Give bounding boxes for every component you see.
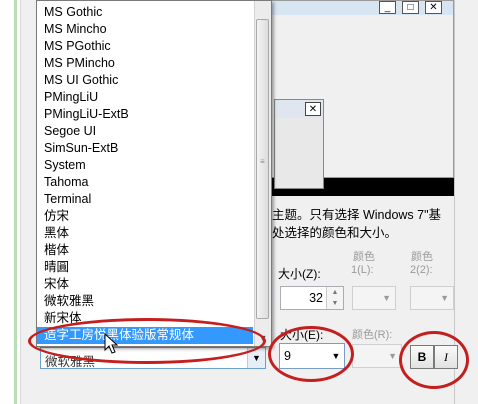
background-window-edge bbox=[0, 0, 21, 404]
chevron-down-icon: ▼ bbox=[382, 293, 391, 303]
preview-window: _ □ ✕ ✕ bbox=[268, 0, 454, 189]
preview-inactive-window: ✕ bbox=[274, 99, 324, 189]
font-color-label: 颜色(R): bbox=[352, 329, 393, 341]
font-list-item[interactable]: SimSun-ExtB bbox=[37, 140, 253, 157]
font-list-item[interactable]: MS PMincho bbox=[37, 55, 253, 72]
color1-header: 颜色 bbox=[353, 251, 375, 263]
item-size-value: 32 bbox=[309, 291, 323, 305]
preview-inactive-titlebar: ✕ bbox=[275, 100, 323, 118]
item-size-label: 大小(Z): bbox=[278, 267, 321, 281]
font-dropdown-list[interactable]: MS Gothic MS Mincho MS PGothic MS PMincho MS… bbox=[36, 0, 272, 347]
scroll-thumb[interactable]: ≡ bbox=[256, 19, 269, 319]
spin-down-icon[interactable]: ▼ bbox=[327, 298, 343, 309]
font-list-item[interactable]: 黑体 bbox=[37, 225, 253, 242]
font-items: MS Gothic MS Mincho MS PGothic MS PMincho MS… bbox=[37, 1, 253, 349]
item-size-spinner[interactable]: 32 ▲ ▼ bbox=[280, 286, 344, 310]
spin-up-icon[interactable]: ▲ bbox=[327, 287, 343, 298]
description-line-2: 处选择的颜色和大小。 bbox=[272, 226, 398, 240]
font-list-item[interactable]: 微软雅黑 bbox=[37, 293, 253, 310]
item-size-spin-buttons[interactable]: ▲ ▼ bbox=[326, 287, 343, 309]
font-list-item[interactable]: Segoe UI bbox=[37, 123, 253, 140]
font-color-combo[interactable]: ▼ bbox=[352, 344, 402, 368]
font-list-item[interactable]: PMingLiU bbox=[37, 89, 253, 106]
color1-label: 1(L): bbox=[351, 264, 374, 276]
preview-titlebar: _ □ ✕ bbox=[269, 1, 453, 15]
font-list-item[interactable]: MS Mincho bbox=[37, 21, 253, 38]
font-list-item[interactable]: 仿宋 bbox=[37, 208, 253, 225]
preview-minimize-icon: _ bbox=[379, 1, 396, 14]
font-list-item[interactable]: Terminal bbox=[37, 191, 253, 208]
preview-maximize-icon: □ bbox=[402, 1, 419, 14]
font-list-item[interactable]: MS UI Gothic bbox=[37, 72, 253, 89]
background-window-accent bbox=[14, 0, 17, 404]
chevron-down-icon: ▼ bbox=[440, 293, 449, 303]
annotation-ellipse-font bbox=[28, 318, 266, 364]
annotation-ellipse-size bbox=[268, 326, 354, 382]
font-list-item[interactable]: 楷体 bbox=[37, 242, 253, 259]
font-list-item[interactable]: PMingLiU-ExtB bbox=[37, 106, 253, 123]
font-list-scrollbar[interactable]: ≡ ▼ bbox=[254, 1, 271, 346]
preview-inactive-close-icon: ✕ bbox=[305, 102, 321, 116]
font-list-item[interactable]: Tahoma bbox=[37, 174, 253, 191]
font-list-item[interactable]: 晴圓 bbox=[37, 259, 253, 276]
description-line-1: 主题。只有选择 Windows 7"基 bbox=[272, 208, 442, 222]
color2-label: 2(2): bbox=[410, 264, 433, 276]
grip-icon: ≡ bbox=[260, 157, 265, 166]
color1-combo[interactable]: ▼ bbox=[352, 286, 396, 310]
font-list-item[interactable]: 宋体 bbox=[37, 276, 253, 293]
font-list-item[interactable]: MS Gothic bbox=[37, 4, 253, 21]
color2-header: 颜色 bbox=[411, 251, 433, 263]
preview-close-icon: ✕ bbox=[425, 1, 442, 14]
font-list-item[interactable]: MS PGothic bbox=[37, 38, 253, 55]
font-list-item[interactable]: System bbox=[37, 157, 253, 174]
chevron-down-icon: ▼ bbox=[388, 351, 397, 361]
color2-combo[interactable]: ▼ bbox=[410, 286, 454, 310]
annotation-ellipse-format bbox=[399, 331, 469, 389]
